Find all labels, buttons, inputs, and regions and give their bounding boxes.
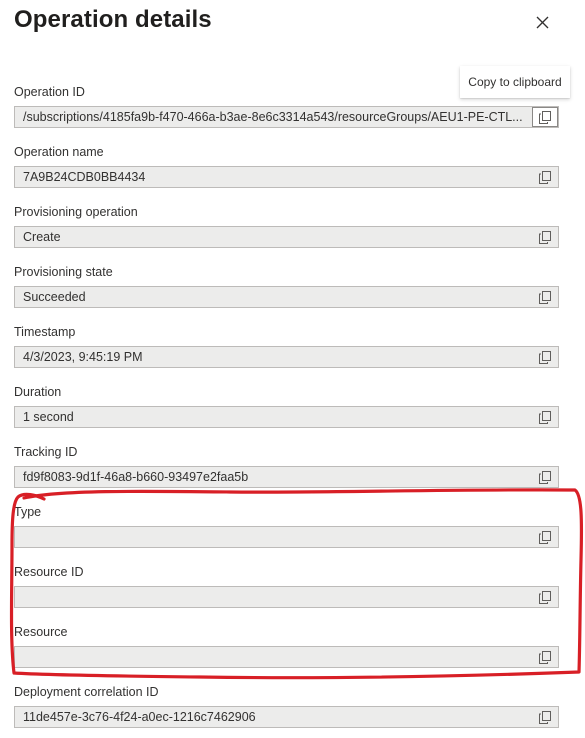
close-icon [536, 16, 549, 29]
field-provisioning-state: Provisioning state Succeeded [14, 263, 559, 308]
field-label: Provisioning operation [14, 205, 138, 219]
copy-icon [539, 590, 551, 604]
copy-icon [539, 110, 551, 124]
field-value: Succeeded [23, 290, 86, 304]
copy-button[interactable] [533, 528, 557, 546]
field-label: Deployment correlation ID [14, 685, 159, 699]
copy-tooltip: Copy to clipboard [460, 66, 570, 98]
field-value: 7A9B24CDB0BB4434 [23, 170, 146, 184]
deployment-correlation-id-field[interactable]: 11de457e-3c76-4f24-a0ec-1216c7462906 [14, 706, 559, 728]
copy-icon [539, 170, 551, 184]
close-button[interactable] [531, 11, 553, 33]
type-field[interactable] [14, 526, 559, 548]
copy-button[interactable] [533, 408, 557, 426]
timestamp-field[interactable]: 4/3/2023, 9:45:19 PM [14, 346, 559, 368]
field-value: fd9f8083-9d1f-46a8-b660-93497e2faa5b [23, 470, 249, 484]
copy-icon [539, 530, 551, 544]
field-value: Create [23, 230, 61, 244]
field-label: Resource [14, 625, 68, 639]
copy-icon [539, 230, 551, 244]
duration-field[interactable]: 1 second [14, 406, 559, 428]
field-label: Duration [14, 385, 62, 399]
copy-icon [539, 470, 551, 484]
field-resource: Resource [14, 623, 559, 668]
field-label: Resource ID [14, 565, 84, 579]
field-value: /subscriptions/4185fa9b-f470-466a-b3ae-8… [23, 110, 523, 124]
field-value: 1 second [23, 410, 74, 424]
provisioning-operation-field[interactable]: Create [14, 226, 559, 248]
field-operation-name: Operation name 7A9B24CDB0BB4434 [14, 143, 559, 188]
copy-button[interactable] [533, 708, 557, 726]
copy-button[interactable] [533, 348, 557, 366]
field-label: Provisioning state [14, 265, 113, 279]
copy-button[interactable] [533, 228, 557, 246]
field-label: Tracking ID [14, 445, 78, 459]
field-value: 4/3/2023, 9:45:19 PM [23, 350, 143, 364]
copy-button[interactable] [532, 107, 558, 127]
resource-field[interactable] [14, 646, 559, 668]
field-tracking-id: Tracking ID fd9f8083-9d1f-46a8-b660-9349… [14, 443, 559, 488]
copy-icon [539, 650, 551, 664]
field-label: Timestamp [14, 325, 76, 339]
copy-button[interactable] [533, 468, 557, 486]
page-title: Operation details [14, 6, 212, 33]
provisioning-state-field[interactable]: Succeeded [14, 286, 559, 308]
field-type: Type [14, 503, 559, 548]
copy-button[interactable] [533, 288, 557, 306]
copy-button[interactable] [533, 588, 557, 606]
field-label: Operation name [14, 145, 104, 159]
copy-icon [539, 410, 551, 424]
tracking-id-field[interactable]: fd9f8083-9d1f-46a8-b660-93497e2faa5b [14, 466, 559, 488]
field-timestamp: Timestamp 4/3/2023, 9:45:19 PM [14, 323, 559, 368]
field-label: Type [14, 505, 42, 519]
copy-button[interactable] [533, 168, 557, 186]
field-value: 11de457e-3c76-4f24-a0ec-1216c7462906 [23, 710, 256, 724]
copy-icon [539, 290, 551, 304]
copy-icon [539, 710, 551, 724]
field-deployment-correlation-id: Deployment correlation ID 11de457e-3c76-… [14, 683, 559, 728]
field-resource-id: Resource ID [14, 563, 559, 608]
resource-id-field[interactable] [14, 586, 559, 608]
operation-id-field[interactable]: /subscriptions/4185fa9b-f470-466a-b3ae-8… [14, 106, 559, 128]
copy-icon [539, 350, 551, 364]
operation-name-field[interactable]: 7A9B24CDB0BB4434 [14, 166, 559, 188]
copy-button[interactable] [533, 648, 557, 666]
field-duration: Duration 1 second [14, 383, 559, 428]
field-provisioning-operation: Provisioning operation Create [14, 203, 559, 248]
